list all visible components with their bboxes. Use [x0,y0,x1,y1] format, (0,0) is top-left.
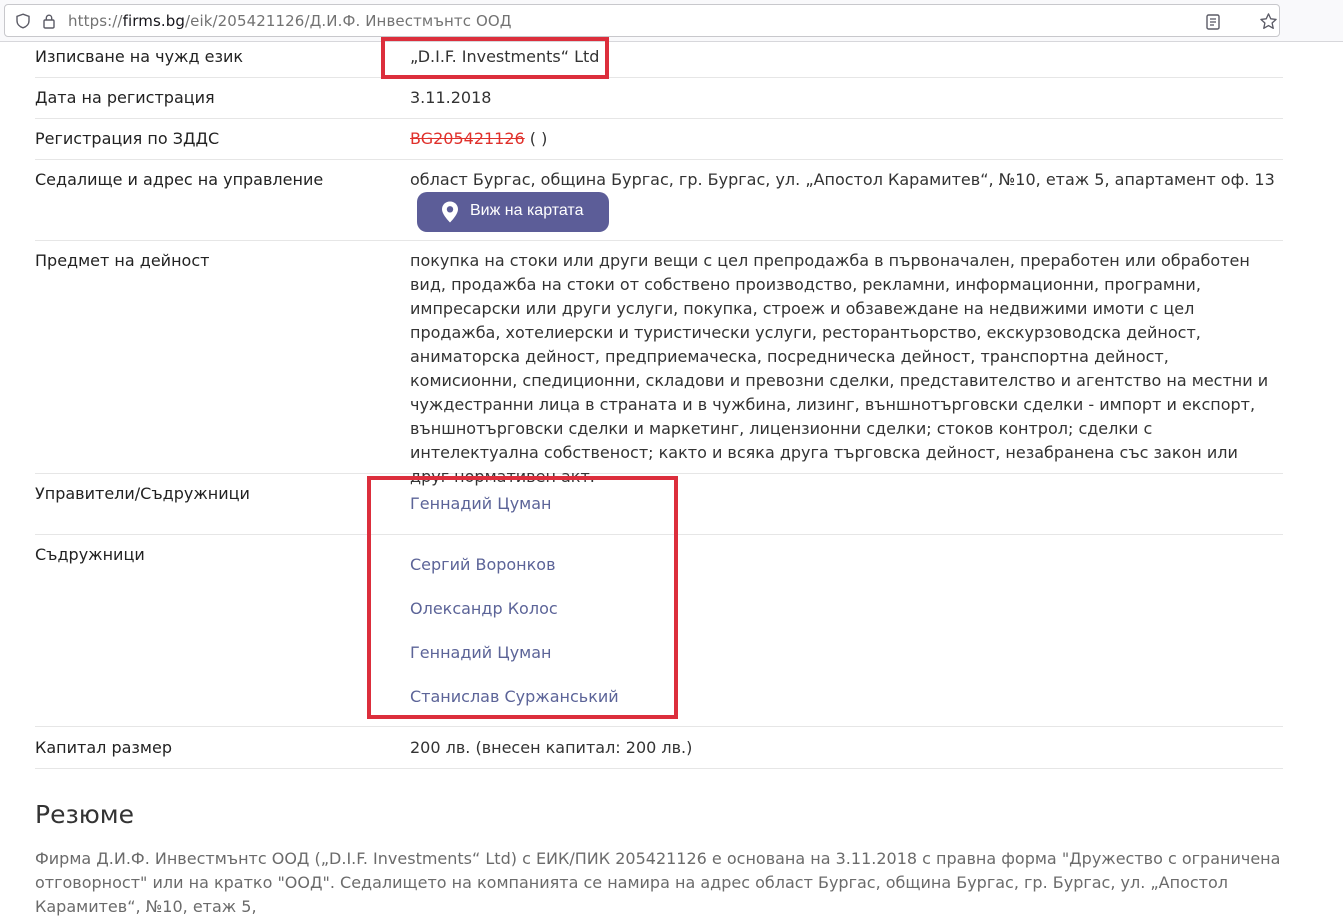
vat-suffix: ( ) [524,129,548,148]
address-value: област Бургас, община Бургас, гр. Бургас… [410,170,1275,189]
reader-view-icon[interactable] [1204,13,1222,31]
vat-number-struck: BG205421126 [410,129,525,148]
url-text[interactable]: https://firms.bg/eik/205421126/Д.И.Ф. Ин… [68,12,512,30]
view-on-map-label: Виж на картата [470,202,584,219]
activity-label: Предмет на дейност [35,251,210,270]
highlight-box-people [367,476,678,719]
vat-registration-label: Регистрация по ЗДДС [35,129,220,148]
browser-toolbar: https://firms.bg/eik/205421126/Д.И.Ф. Ин… [0,0,1343,42]
address-label: Седалище и адрес на управление [35,170,324,189]
url-scheme: https:// [68,12,123,30]
url-path: /eik/205421126/Д.И.Ф. Инвестмънтс ООД [184,12,512,30]
view-on-map-button[interactable]: Виж на картата [417,192,609,232]
registration-date-value: 3.11.2018 [410,88,492,107]
partners-label: Съдружници [35,545,145,564]
activity-value: покупка на стоки или други вещи с цел пр… [410,251,1269,486]
vat-registration-value: BG205421126 ( ) [410,129,547,148]
bookmark-star-icon[interactable] [1259,12,1278,31]
row-registration-date [35,78,1283,119]
url-domain: firms.bg [122,12,185,30]
capital-value: 200 лв. (внесен капитал: 200 лв.) [410,738,693,757]
foreign-name-label: Изписване на чужд език [35,47,244,66]
summary-heading: Резюме [35,800,135,829]
tracking-shield-icon[interactable] [15,13,31,29]
row-vat-registration [35,119,1283,160]
capital-label: Капитал размер [35,738,172,757]
lock-icon[interactable] [41,13,57,29]
registration-date-label: Дата на регистрация [35,88,215,107]
address-bar[interactable]: https://firms.bg/eik/205421126/Д.И.Ф. Ин… [4,4,1280,37]
highlight-box-foreign-name [381,37,609,79]
managers-label: Управители/Съдружници [35,484,250,503]
summary-text: Фирма Д.И.Ф. Инвестмънтс ООД („D.I.F. In… [35,849,1281,916]
map-pin-icon [442,201,458,223]
